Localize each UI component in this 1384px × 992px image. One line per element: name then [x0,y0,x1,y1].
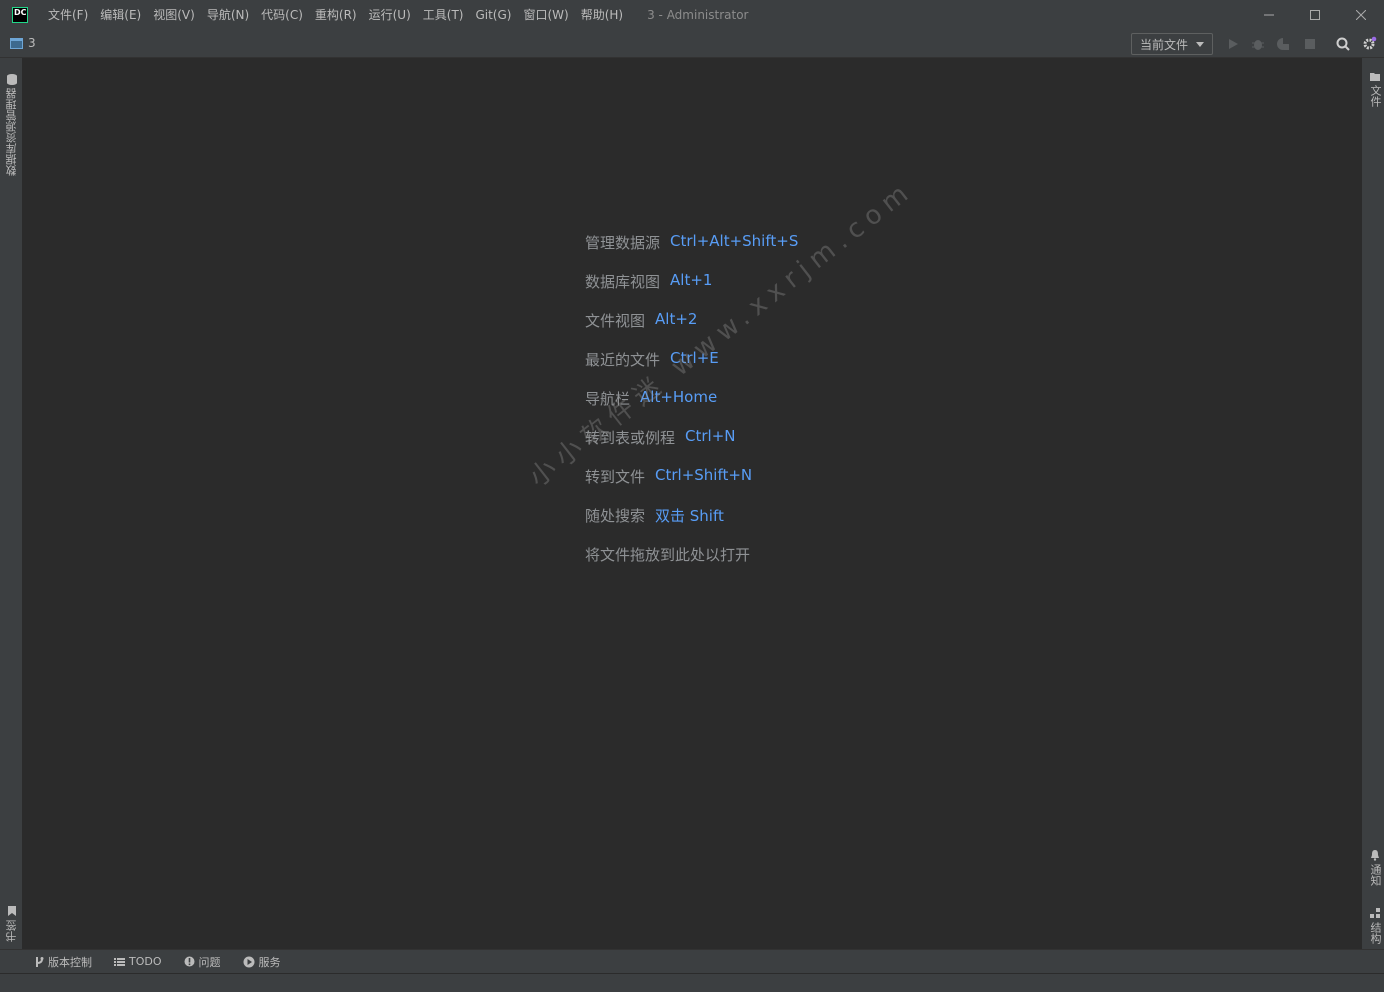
todo-tab[interactable]: TODO [114,955,162,968]
hint-label: 最近的文件 [585,351,661,369]
folder-icon [1370,73,1380,81]
menu-refactor[interactable]: 重构(R) [309,0,363,30]
hint-navigation-bar: 导航栏 Alt+Home [585,388,798,427]
menu-git[interactable]: Git(G) [469,0,517,30]
menu-tools[interactable]: 工具(T) [417,0,470,30]
hint-shortcut: 双击 Shift [655,507,724,525]
coverage-icon [1277,38,1289,50]
empty-editor-hints: 管理数据源 Ctrl+Alt+Shift+S 数据库视图 Alt+1 文件视图 … [585,232,798,583]
project-window-icon [10,37,23,49]
services-icon [243,956,255,967]
app-logo: DC [12,7,28,23]
hint-label: 管理数据源 [585,234,661,252]
left-tool-stripe: 数据库资源管理器 书签 [0,58,22,949]
hint-manage-datasources: 管理数据源 Ctrl+Alt+Shift+S [585,232,798,271]
coverage-button[interactable] [1275,36,1291,52]
notifications-tab[interactable]: 通知 [1367,846,1383,886]
minimize-icon [1264,14,1274,16]
hint-drop-files: 将文件拖放到此处以打开 [585,544,798,583]
project-name: 3 [28,36,36,50]
bookmarks-label: 书签 [5,920,18,942]
run-config-dropdown[interactable]: 当前文件 [1131,33,1213,55]
hint-database-view: 数据库视图 Alt+1 [585,271,798,310]
hint-goto-file: 转到文件 Ctrl+Shift+N [585,466,798,505]
structure-label: 结构 [1369,922,1382,944]
hint-label: 数据库视图 [585,273,661,291]
problems-label: 问题 [198,955,221,969]
hint-shortcut: Alt+1 [670,271,713,289]
menu-edit[interactable]: 编辑(E) [94,0,147,30]
menu-window[interactable]: 窗口(W) [517,0,574,30]
hint-label: 将文件拖放到此处以打开 [585,546,751,564]
hint-label: 随处搜索 [585,507,646,525]
search-everywhere-button[interactable] [1335,36,1351,52]
maximize-button[interactable] [1292,0,1338,30]
window-controls [1246,0,1384,30]
debug-icon [1252,40,1264,50]
todo-label: TODO [129,955,162,968]
hint-label: 转到文件 [585,468,646,486]
window-title: 3 - Administrator [647,8,749,22]
minimize-button[interactable] [1246,0,1292,30]
branch-icon [36,956,44,967]
bookmark-icon [8,906,16,916]
right-tool-stripe: 文件 通知 结构 [1362,58,1384,949]
hint-search-everywhere: 随处搜索 双击 Shift [585,505,798,544]
hint-shortcut: Ctrl+E [670,349,719,367]
stop-icon [1305,39,1315,49]
structure-icon [1370,908,1380,918]
hint-goto-table: 转到表或例程 Ctrl+N [585,427,798,466]
hint-shortcut: Ctrl+N [685,427,736,445]
hint-shortcut: Alt+Home [640,388,718,406]
todo-list-icon [114,957,125,966]
settings-icon [1363,36,1377,50]
bookmarks-tab[interactable]: 书签 [4,894,20,942]
title-bar: DC 文件(F) 编辑(E) 视图(V) 导航(N) 代码(C) 重构(R) 运… [0,0,1384,30]
run-button[interactable] [1225,36,1241,52]
hint-files-view: 文件视图 Alt+2 [585,310,798,349]
main-menu: 文件(F) 编辑(E) 视图(V) 导航(N) 代码(C) 重构(R) 运行(U… [42,0,629,30]
hint-shortcut: Ctrl+Alt+Shift+S [670,232,799,250]
hint-shortcut: Ctrl+Shift+N [655,466,753,484]
status-bar [0,973,1384,992]
database-icon [7,74,17,85]
search-icon [1336,37,1350,51]
services-label: 服务 [258,955,281,969]
version-control-label: 版本控制 [48,955,92,969]
bell-icon [1371,850,1379,861]
close-icon [1356,10,1366,20]
project-widget[interactable]: 3 [10,36,36,50]
database-explorer-tab[interactable]: 数据库资源管理器 [4,70,20,176]
menu-navigate[interactable]: 导航(N) [201,0,255,30]
debug-button[interactable] [1250,36,1266,52]
hint-label: 导航栏 [585,390,631,408]
stop-button[interactable] [1302,36,1318,52]
run-icon [1229,39,1238,49]
maximize-icon [1310,10,1320,20]
services-tab[interactable]: 服务 [243,954,281,970]
hint-label: 转到表或例程 [585,429,676,447]
problems-tab[interactable]: 问题 [184,954,221,970]
hint-recent-files: 最近的文件 Ctrl+E [585,349,798,388]
menu-file[interactable]: 文件(F) [42,0,94,30]
files-tab[interactable]: 文件 [1367,68,1383,108]
settings-button[interactable] [1361,36,1377,52]
menu-help[interactable]: 帮助(H) [575,0,629,30]
run-config-label: 当前文件 [1140,37,1189,52]
hint-label: 文件视图 [585,312,646,330]
hint-shortcut: Alt+2 [655,310,698,328]
notifications-label: 通知 [1369,864,1382,886]
files-label: 文件 [1369,85,1382,107]
structure-tab[interactable]: 结构 [1367,904,1383,944]
database-explorer-label: 数据库资源管理器 [5,88,18,176]
problems-icon [184,956,195,967]
version-control-tab[interactable]: 版本控制 [34,954,92,970]
chevron-down-icon [1196,42,1204,47]
main-toolbar: 3 当前文件 [0,30,1384,58]
menu-code[interactable]: 代码(C) [255,0,309,30]
menu-run[interactable]: 运行(U) [363,0,417,30]
bottom-tool-stripe: 版本控制 TODO 问题 服务 [0,949,1384,973]
menu-view[interactable]: 视图(V) [147,0,201,30]
close-button[interactable] [1338,0,1384,30]
